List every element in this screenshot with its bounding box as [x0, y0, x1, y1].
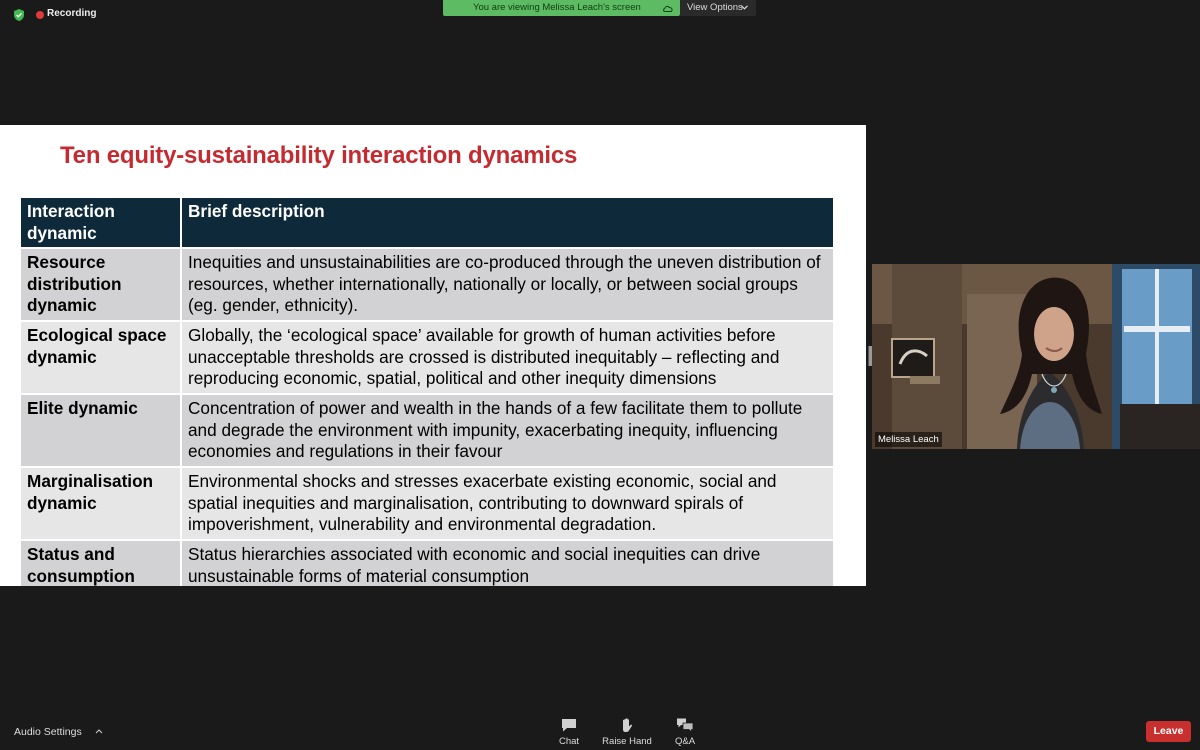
- table-row: Resource distribution dynamic Inequities…: [19, 247, 835, 322]
- screen-share-banner: You are viewing Melissa Leach's screen: [443, 0, 680, 16]
- dynamic-name-cell: Ecological space dynamic: [19, 320, 182, 395]
- share-banner-text: You are viewing Melissa Leach's screen: [473, 2, 641, 13]
- chat-button[interactable]: Chat: [539, 716, 599, 748]
- raise-hand-label: Raise Hand: [602, 736, 652, 747]
- shield-icon[interactable]: [12, 8, 26, 22]
- speaker-video-tile[interactable]: Melissa Leach: [872, 264, 1200, 449]
- leave-label: Leave: [1153, 725, 1184, 737]
- description-cell: Concentration of power and wealth in the…: [180, 393, 835, 468]
- table-row: Marginalisation dynamic Environmental sh…: [19, 466, 835, 541]
- view-options-button[interactable]: View Options: [680, 0, 756, 16]
- dynamics-table: Interaction dynamic Brief description Re…: [19, 196, 835, 586]
- column-header: Brief description: [180, 196, 835, 249]
- leave-button[interactable]: Leave: [1146, 721, 1191, 742]
- participant-name-label: Melissa Leach: [875, 432, 942, 447]
- slide-title: Ten equity-sustainability interaction dy…: [60, 142, 578, 169]
- record-dot-icon: [36, 11, 44, 19]
- description-cell: Globally, the ‘ecological space’ availab…: [180, 320, 835, 395]
- table-row: Elite dynamic Concentration of power and…: [19, 393, 835, 468]
- qa-icon: [677, 718, 694, 733]
- hand-icon: [623, 718, 633, 732]
- shared-slide: Ten equity-sustainability interaction dy…: [0, 125, 866, 586]
- table-row: Ecological space dynamic Globally, the ‘…: [19, 320, 835, 395]
- table-row: Status and consumption dynamic Status hi…: [19, 539, 835, 586]
- meeting-toolbar: Audio Settings Chat Raise Hand Q&A Leave: [0, 712, 1200, 750]
- chevron-down-icon: [741, 5, 748, 10]
- chat-icon: [562, 719, 576, 732]
- qa-label: Q&A: [674, 736, 696, 747]
- chevron-up-icon[interactable]: [95, 728, 103, 734]
- meeting-top-bar: Recording You are viewing Melissa Leach'…: [0, 0, 1200, 28]
- view-options-label: View Options: [687, 2, 743, 13]
- description-cell: Inequities and unsustainabilities are co…: [180, 247, 835, 322]
- recording-label: Recording: [47, 8, 97, 19]
- qa-button[interactable]: Q&A: [655, 716, 715, 748]
- cloud-icon: [663, 5, 673, 12]
- speaker-video-frame: [872, 264, 1200, 449]
- dynamic-name-cell: Marginalisation dynamic: [19, 466, 182, 541]
- dynamic-name-cell: Elite dynamic: [19, 393, 182, 468]
- column-header: Interaction dynamic: [19, 196, 182, 249]
- dynamic-name-cell: Resource distribution dynamic: [19, 247, 182, 322]
- table-header-row: Interaction dynamic Brief description: [19, 196, 835, 249]
- dynamic-name-cell: Status and consumption dynamic: [19, 539, 182, 586]
- raise-hand-button[interactable]: Raise Hand: [597, 716, 657, 748]
- description-cell: Status hierarchies associated with econo…: [180, 539, 835, 586]
- chat-label: Chat: [558, 736, 580, 747]
- audio-settings-button[interactable]: Audio Settings: [14, 726, 82, 738]
- description-cell: Environmental shocks and stresses exacer…: [180, 466, 835, 541]
